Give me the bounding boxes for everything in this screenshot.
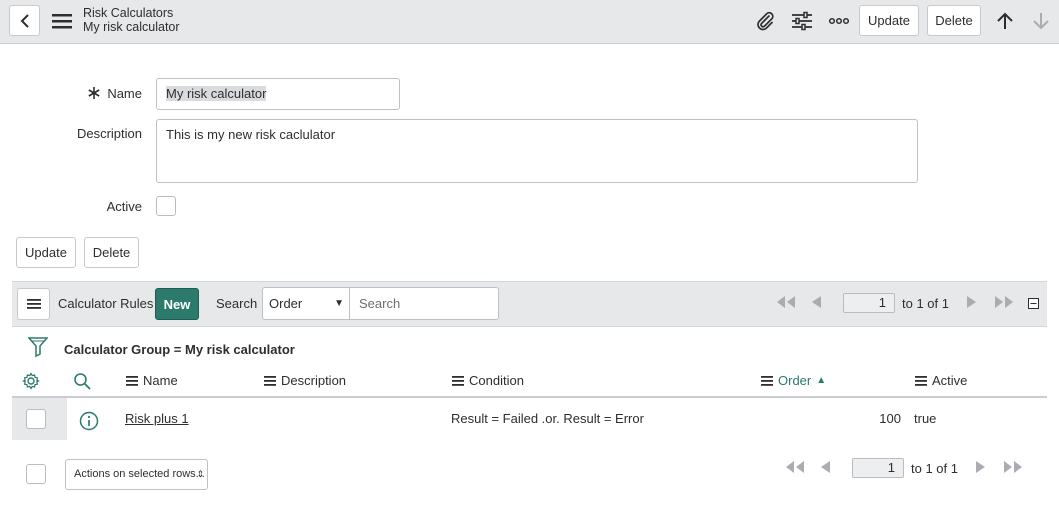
search-label: Search <box>216 296 258 311</box>
related-list-title: Calculator Rules <box>58 296 154 311</box>
context-menu-icon[interactable] <box>52 12 72 30</box>
column-menu-icon <box>452 375 464 386</box>
actions-select-value: Actions on selected rows... <box>74 468 205 480</box>
column-menu-icon <box>126 375 138 386</box>
bottom-last-page-icon[interactable] <box>1001 460 1025 477</box>
bottom-first-page-icon[interactable] <box>783 460 807 477</box>
column-header-name[interactable]: Name <box>126 373 178 388</box>
select-all-checkbox[interactable] <box>26 464 46 484</box>
column-order-label: Order <box>778 373 812 388</box>
mandatory-asterisk-icon <box>87 86 101 103</box>
column-search-icon[interactable] <box>73 372 91 393</box>
filter-icon[interactable] <box>27 336 49 361</box>
header-delete-button[interactable]: Delete <box>927 5 981 36</box>
form-header: Risk Calculators My risk calculator Upda… <box>0 0 1059 44</box>
form-delete-button[interactable]: Delete <box>84 237 139 268</box>
bottom-page-range-text: to 1 of 1 <box>911 461 958 476</box>
list-settings-gear-icon[interactable] <box>22 372 40 393</box>
bottom-page-number-input[interactable]: 1 <box>852 458 904 478</box>
column-menu-icon <box>761 375 773 386</box>
column-menu-icon <box>264 375 276 386</box>
hamburger-icon <box>26 299 41 309</box>
previous-page-icon[interactable] <box>810 295 822 312</box>
caret-down-icon: ▼ <box>334 298 344 309</box>
info-icon[interactable] <box>79 411 99 434</box>
name-field-value: My risk calculator <box>166 86 267 101</box>
more-options-icon[interactable] <box>826 8 852 34</box>
chevron-left-icon <box>20 13 29 28</box>
search-field-select[interactable]: Order ▼ <box>262 287 350 320</box>
personalize-form-icon[interactable] <box>789 8 815 34</box>
breadcrumb-parent: Risk Calculators <box>83 6 174 20</box>
column-name-label: Name <box>143 373 178 388</box>
page-range-text: to 1 of 1 <box>902 296 949 311</box>
last-page-icon[interactable] <box>992 295 1016 312</box>
column-menu-icon <box>915 375 927 386</box>
row-order: 100 <box>879 411 901 426</box>
description-field[interactable]: This is my new risk caclulator <box>156 119 918 183</box>
search-field-value: Order <box>269 296 303 311</box>
name-label: Name <box>107 86 142 101</box>
record-title: My risk calculator <box>83 20 180 34</box>
column-header-order[interactable]: Order ▲ <box>761 373 826 388</box>
row-checkbox[interactable] <box>26 409 46 429</box>
header-update-button[interactable]: Update <box>859 5 919 36</box>
column-header-description[interactable]: Description <box>264 373 346 388</box>
new-button[interactable]: New <box>155 288 199 320</box>
table-row: Risk plus 1 Result = Failed .or. Result … <box>12 398 1047 440</box>
attachment-icon[interactable] <box>752 8 778 34</box>
column-description-label: Description <box>281 373 347 388</box>
list-context-menu-button[interactable] <box>17 288 50 320</box>
active-checkbox[interactable] <box>156 196 176 216</box>
bottom-next-page-icon[interactable] <box>975 460 987 477</box>
active-label: Active <box>106 199 142 214</box>
name-field[interactable]: My risk calculator <box>156 78 400 110</box>
form-update-button[interactable]: Update <box>16 237 76 268</box>
select-arrows-icon: ⇕ <box>196 469 204 479</box>
page-number-input[interactable]: 1 <box>843 293 895 313</box>
row-active: true <box>914 411 937 426</box>
back-button[interactable] <box>9 5 40 36</box>
column-header-condition[interactable]: Condition <box>452 373 524 388</box>
row-condition: Result = Failed .or. Result = Error <box>451 411 644 426</box>
bottom-previous-page-icon[interactable] <box>819 460 831 477</box>
next-record-arrow-icon[interactable] <box>1028 8 1054 34</box>
column-active-label: Active <box>932 373 968 388</box>
page-title: Risk Calculators My risk calculator <box>83 6 180 34</box>
next-page-icon[interactable] <box>966 295 978 312</box>
actions-select[interactable]: Actions on selected rows... ⇕ <box>65 459 208 490</box>
first-page-icon[interactable] <box>774 295 798 312</box>
filter-breadcrumb[interactable]: Calculator Group = My risk calculator <box>64 342 295 357</box>
description-label: Description <box>76 126 142 141</box>
column-condition-label: Condition <box>469 373 524 388</box>
row-name-link[interactable]: Risk plus 1 <box>125 411 189 426</box>
column-header-active[interactable]: Active <box>915 373 967 388</box>
sort-ascending-icon: ▲ <box>816 375 827 386</box>
search-input[interactable]: Search <box>349 287 499 320</box>
collapse-list-icon[interactable] <box>1028 297 1039 312</box>
previous-record-arrow-icon[interactable] <box>992 8 1018 34</box>
